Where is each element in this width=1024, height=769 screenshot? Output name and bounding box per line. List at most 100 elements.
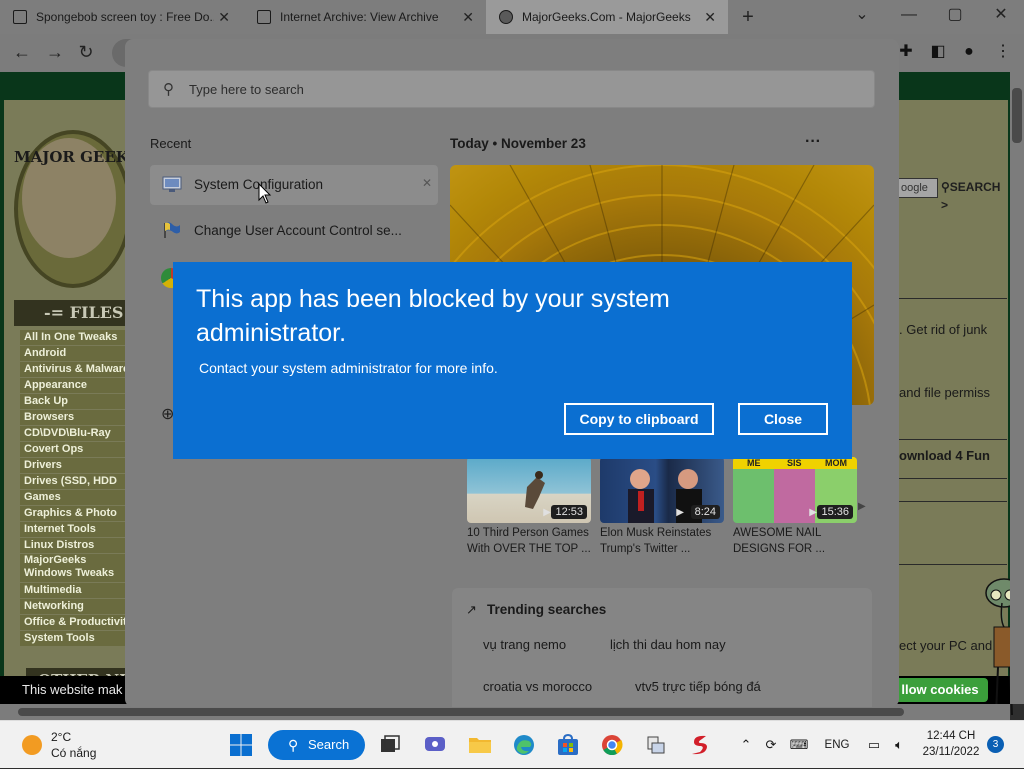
language-indicator[interactable]: ENG: [822, 721, 852, 769]
search-icon: ⚲: [288, 737, 299, 753]
menu-item[interactable]: Internet Tools: [20, 522, 128, 537]
browser-tab[interactable]: Internet Archive: View Archive ✕: [244, 0, 486, 34]
remote-desktop-icon[interactable]: [644, 733, 668, 757]
close-dialog-button[interactable]: Close: [738, 403, 828, 435]
chrome-browser-icon[interactable]: [600, 733, 624, 757]
microsoft-store-icon[interactable]: [556, 733, 580, 757]
edge-browser-icon[interactable]: [512, 733, 536, 757]
menu-item[interactable]: Games: [20, 490, 128, 505]
reload-button[interactable]: ↻: [74, 34, 98, 72]
keyboard-icon[interactable]: ⌨: [788, 721, 810, 769]
copy-to-clipboard-button[interactable]: Copy to clipboard: [564, 403, 714, 435]
sync-icon[interactable]: ⟳: [760, 721, 782, 769]
menu-item[interactable]: CD\DVD\Blu-Ray: [20, 426, 128, 441]
show-hidden-icons-chevron-icon[interactable]: ⌃: [736, 721, 756, 769]
menu-item[interactable]: Drives (SSD, HDD: [20, 474, 128, 489]
article-link[interactable]: ownload 4 Fun: [899, 448, 990, 463]
red-s-app-icon[interactable]: [688, 733, 712, 757]
menu-item[interactable]: Covert Ops: [20, 442, 128, 457]
allow-cookies-button[interactable]: llow cookies: [892, 678, 988, 702]
profile-icon[interactable]: ●: [957, 34, 981, 72]
menu-item[interactable]: System Tools: [20, 631, 128, 646]
today-label: Today: [450, 136, 489, 151]
recent-item-system-configuration[interactable]: System Configuration ✕: [150, 165, 438, 205]
play-icon: ▶: [543, 507, 551, 518]
windows-start-icon[interactable]: [229, 733, 253, 757]
today-header: Today • November 23: [450, 136, 586, 151]
taskbar-search-button[interactable]: ⚲ Search: [268, 730, 365, 760]
video-card[interactable]: ME SIS MOM ▶ 15:36 AWESOME NAIL DESIGNS …: [733, 457, 857, 557]
task-view-icon[interactable]: [378, 733, 402, 757]
recent-item-label: Change User Account Control se...: [194, 223, 402, 238]
menu-item[interactable]: Linux Distros: [20, 538, 128, 553]
recent-item-uac[interactable]: Change User Account Control se...: [150, 211, 438, 251]
notification-badge[interactable]: 3: [987, 736, 1004, 753]
video-card[interactable]: ▶ 8:24 Elon Musk Reinstates Trump's Twit…: [600, 457, 724, 557]
video-caption: AWESOME NAIL: [733, 527, 822, 539]
page-horizontal-scroll-thumb[interactable]: [18, 708, 904, 716]
back-button[interactable]: ←: [10, 34, 34, 72]
tab-close-icon[interactable]: ✕: [704, 0, 716, 34]
tab-close-icon[interactable]: ✕: [462, 0, 474, 34]
forward-button[interactable]: →: [43, 34, 67, 72]
trending-item[interactable]: lịch thi dau hom nay: [610, 637, 726, 652]
menu-item[interactable]: Antivirus & Malware: [20, 362, 128, 377]
minimize-button[interactable]: —: [894, 0, 924, 34]
video-duration: 12:53: [551, 505, 587, 519]
tab-search-chevron-icon[interactable]: ⌄: [847, 0, 877, 34]
chat-icon[interactable]: [423, 733, 447, 757]
new-tab-button[interactable]: +: [736, 0, 760, 34]
video-caption: Elon Musk Reinstates: [600, 527, 712, 539]
menu-item[interactable]: Office & Productivity: [20, 615, 128, 630]
network-icon[interactable]: ▭: [864, 721, 884, 769]
menu-item[interactable]: Multimedia: [20, 583, 128, 598]
menu-item[interactable]: All In One Tweaks: [20, 330, 128, 345]
dialog-title: This app has been blocked by your system…: [196, 285, 670, 347]
menu-item[interactable]: Android: [20, 346, 128, 361]
volume-icon[interactable]: 🔈︎: [888, 721, 910, 769]
more-options-button[interactable]: ···: [805, 133, 821, 151]
windows-search-box[interactable]: ⚲: [148, 70, 875, 108]
trending-item[interactable]: croatia vs morocco: [483, 679, 592, 694]
article-snippet: ect your PC and: [899, 638, 993, 653]
clock-date[interactable]: 23/11/2022: [916, 746, 986, 758]
weather-temperature[interactable]: 2°C: [51, 730, 71, 744]
maximize-button[interactable]: ▢: [940, 0, 970, 34]
menu-item[interactable]: Browsers: [20, 410, 128, 425]
weather-sun-icon[interactable]: [22, 735, 42, 755]
tab-close-icon[interactable]: ✕: [218, 0, 230, 34]
file-explorer-icon[interactable]: [468, 733, 492, 757]
trending-item[interactable]: vtv5 trực tiếp bóng đá: [635, 679, 761, 694]
weather-description[interactable]: Có nắng: [51, 746, 96, 760]
menu-item[interactable]: Networking: [20, 599, 128, 614]
menu-item[interactable]: MajorGeeks Windows Tweaks: [20, 554, 128, 582]
clock-time[interactable]: 12:44 CH: [923, 730, 979, 742]
browser-tab[interactable]: Spongebob screen toy : Free Do... ✕: [0, 0, 242, 34]
menu-icon[interactable]: ⋮: [991, 34, 1015, 72]
menu-item[interactable]: Appearance: [20, 378, 128, 393]
close-window-button[interactable]: ✕: [986, 0, 1016, 34]
trending-item[interactable]: vụ trang nemo: [483, 637, 566, 652]
browser-tab-active[interactable]: MajorGeeks.Com - MajorGeeks ✕: [486, 0, 728, 34]
page-vertical-scroll-thumb[interactable]: [1012, 88, 1022, 143]
divider: [899, 501, 1007, 502]
tab-title: Spongebob screen toy : Free Do...: [36, 10, 214, 24]
remove-recent-close-icon[interactable]: ✕: [422, 176, 432, 190]
app-blocked-dialog: This app has been blocked by your system…: [173, 262, 852, 459]
system-config-icon: [162, 176, 182, 192]
video-thumbnail: ME SIS MOM ▶ 15:36: [733, 457, 857, 523]
trending-title: Trending searches: [487, 602, 607, 617]
page-vertical-scrollbar[interactable]: [1010, 72, 1024, 704]
video-card[interactable]: ▶ 12:53 10 Third Person Games With OVER …: [467, 457, 591, 557]
menu-item[interactable]: Back Up: [20, 394, 128, 409]
next-videos-chevron-icon[interactable]: ▶: [858, 501, 866, 512]
divider: [899, 439, 1007, 440]
video-thumbnail: ▶ 8:24: [600, 457, 724, 523]
menu-item[interactable]: Graphics & Photo: [20, 506, 128, 521]
site-search-input[interactable]: oogle: [896, 178, 938, 198]
menu-item[interactable]: Drivers: [20, 458, 128, 473]
site-search-button[interactable]: ⚲SEARCH >: [941, 178, 1010, 214]
windows-search-input[interactable]: [189, 78, 849, 100]
sidebar-icon[interactable]: ◧: [926, 34, 950, 72]
video-caption: 10 Third Person Games: [467, 527, 589, 539]
